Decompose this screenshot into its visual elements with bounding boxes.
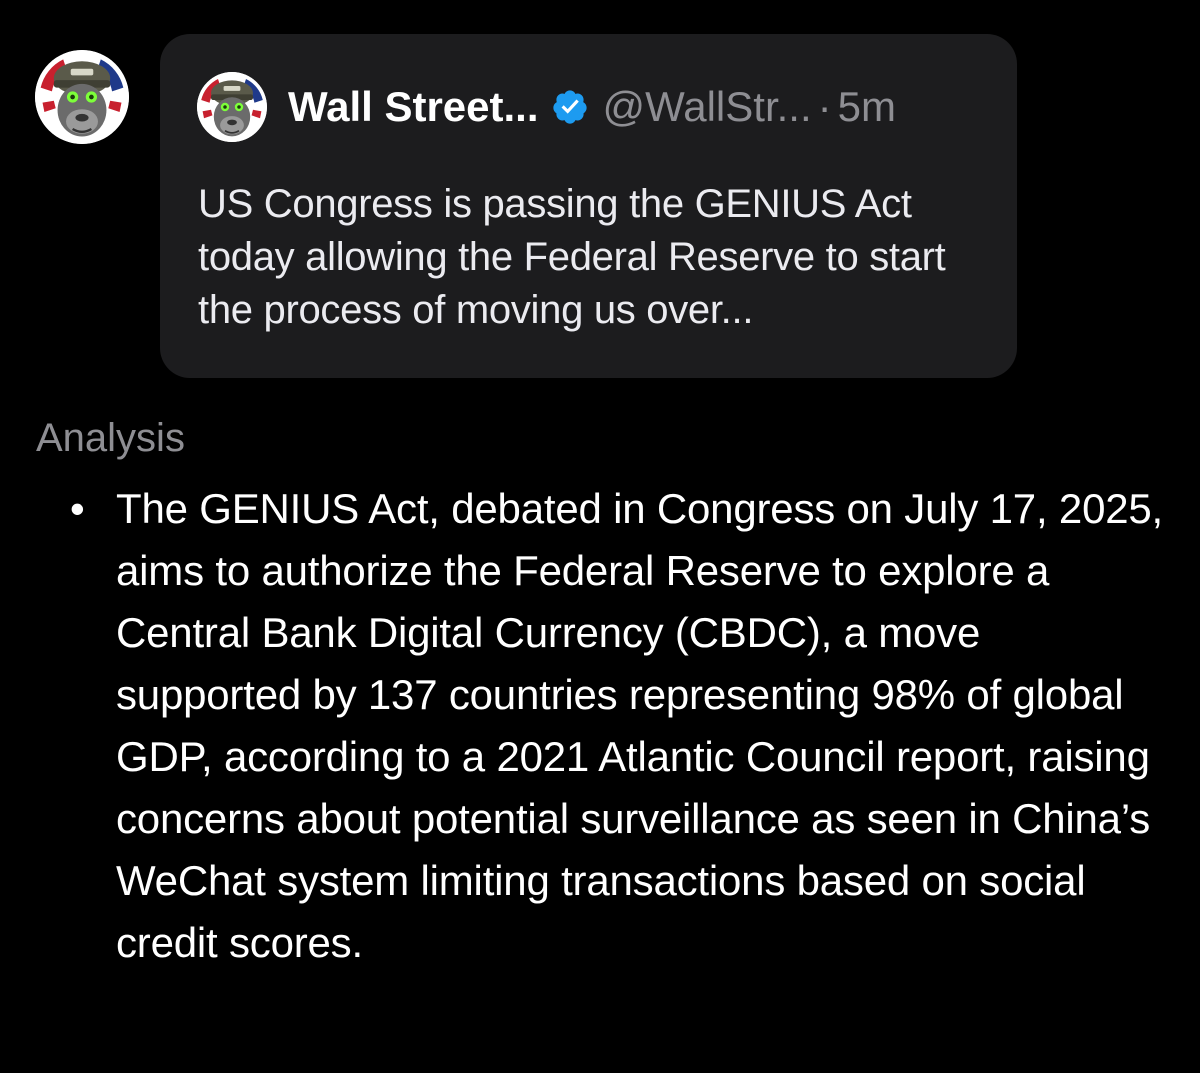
quoted-post-text: US Congress is passing the GENIUS Act to… — [198, 182, 946, 332]
quoted-post-header: Wall Street... @WallStr... · 5m — [288, 80, 896, 134]
quoted-post-card[interactable]: Wall Street... @WallStr... · 5m US Congr… — [160, 34, 1017, 378]
avatar[interactable] — [35, 50, 129, 144]
analysis-bullet-text: The GENIUS Act, debated in Congress on J… — [116, 485, 1164, 966]
gorilla-soldier-avatar-icon — [35, 50, 129, 144]
header-separator: · — [817, 83, 832, 130]
verified-badge-icon — [551, 88, 589, 126]
quoted-post-avatar[interactable] — [197, 72, 267, 142]
bullet-marker: • — [70, 485, 85, 532]
analysis-heading: Analysis — [36, 416, 185, 460]
post-timestamp[interactable]: 5m — [838, 83, 896, 131]
quoted-author-name[interactable]: Wall Street... — [288, 83, 539, 131]
gorilla-soldier-avatar-icon — [197, 72, 267, 142]
quoted-author-handle[interactable]: @WallStr... — [603, 83, 812, 131]
